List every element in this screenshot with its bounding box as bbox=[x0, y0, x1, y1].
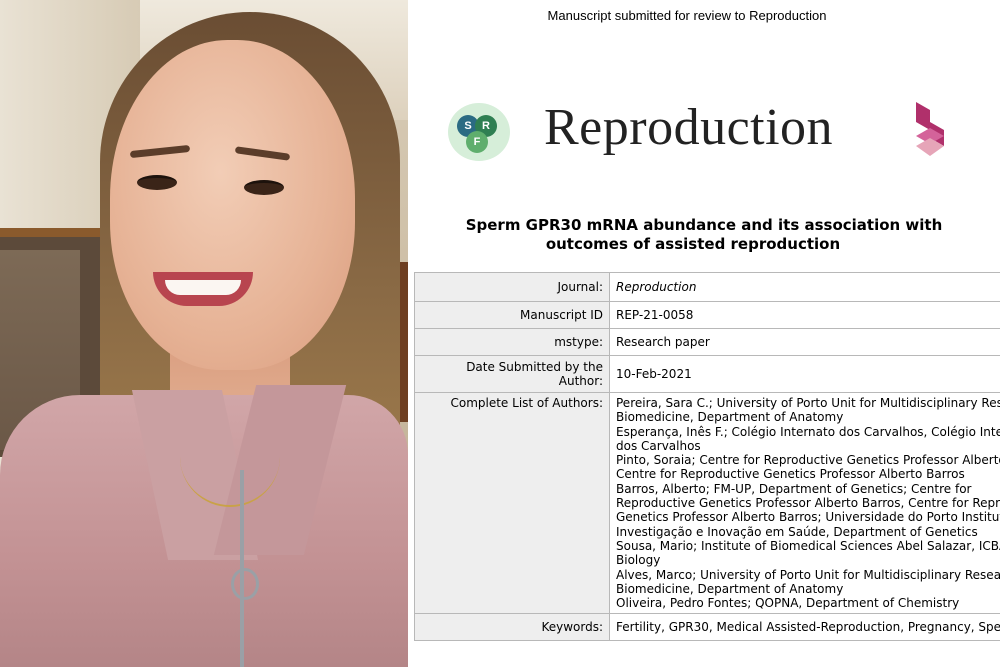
author-line: Genetics Professor Alberto Barros; Unive… bbox=[616, 510, 1000, 525]
date-submitted-label: Date Submitted by the Author: bbox=[414, 355, 610, 393]
portrait-photo bbox=[0, 0, 408, 667]
journal-wordmark: Reproduction bbox=[544, 99, 834, 156]
author-line: Barros, Alberto; FM-UP, Department of Ge… bbox=[616, 481, 972, 496]
keywords-label: Keywords: bbox=[414, 613, 610, 642]
author-line: Centre for Reproductive Genetics Profess… bbox=[616, 467, 965, 482]
paper-title-line-2: outcomes of assisted reproduction bbox=[545, 235, 841, 253]
photo-zipper-ring bbox=[231, 568, 259, 600]
manuscript-metadata-table: Journal: Reproduction Manuscript ID REP-… bbox=[414, 272, 1000, 642]
date-submitted-row: Date Submitted by the Author: 10-Feb-202… bbox=[414, 355, 1000, 393]
mstype-label: mstype: bbox=[414, 328, 610, 356]
author-line: Biology bbox=[616, 553, 661, 568]
manuscript-id-label: Manuscript ID bbox=[414, 301, 610, 329]
photo-face bbox=[110, 40, 355, 370]
keywords-value: Fertility, GPR30, Medical Assisted-Repro… bbox=[609, 613, 1000, 642]
author-line: dos Carvalhos bbox=[616, 438, 701, 453]
manuscript-id-value: REP-21-0058 bbox=[609, 301, 1000, 329]
journal-label: Journal: bbox=[414, 272, 610, 302]
photo-left-eye bbox=[137, 175, 177, 190]
mstype-value: Research paper bbox=[609, 328, 1000, 356]
author-line: Biomedicine, Department of Anatomy bbox=[616, 581, 844, 596]
authors-label: Complete List of Authors: bbox=[414, 391, 610, 615]
author-line: Oliveira, Pedro Fontes; QOPNA, Departmen… bbox=[616, 596, 960, 611]
author-line: Pinto, Soraia; Centre for Reproductive G… bbox=[616, 453, 1000, 468]
photo-teeth bbox=[165, 280, 241, 295]
submission-note: Manuscript submitted for review to Repro… bbox=[547, 8, 827, 23]
publisher-logo-icon bbox=[916, 102, 944, 156]
authors-row: Complete List of Authors: Pereira, Sara … bbox=[414, 391, 1000, 615]
author-line: Reproductive Genetics Professor Alberto … bbox=[616, 496, 1000, 511]
journal-value: Reproduction bbox=[609, 272, 1000, 302]
author-line: Biomedicine, Department of Anatomy bbox=[616, 410, 844, 425]
mstype-row: mstype: Research paper bbox=[414, 328, 1000, 356]
paper-title-line-1: Sperm GPR30 mRNA abundance and its assoc… bbox=[465, 216, 943, 234]
manuscript-id-row: Manuscript ID REP-21-0058 bbox=[414, 301, 1000, 329]
author-line: Investigação e Inovação em Saúde, Depart… bbox=[616, 524, 978, 539]
srf-logo-f: F bbox=[466, 131, 488, 153]
photo-right-eye bbox=[244, 180, 284, 195]
date-submitted-value: 10-Feb-2021 bbox=[609, 355, 1000, 393]
author-line: Sousa, Mario; Institute of Biomedical Sc… bbox=[616, 538, 1000, 553]
manuscript-page: Manuscript submitted for review to Repro… bbox=[408, 0, 1000, 667]
journal-row: Journal: Reproduction bbox=[414, 272, 1000, 302]
author-line: Pereira, Sara C.; University of Porto Un… bbox=[616, 396, 1000, 410]
authors-value: Pereira, Sara C.; University of Porto Un… bbox=[609, 391, 1000, 615]
author-line: Esperança, Inês F.; Colégio Internato do… bbox=[616, 424, 1000, 439]
author-line: Alves, Marco; University of Porto Unit f… bbox=[616, 567, 1000, 582]
paper-title: Sperm GPR30 mRNA abundance and its assoc… bbox=[408, 216, 1000, 254]
srf-logo: S R F bbox=[448, 103, 510, 161]
keywords-row: Keywords: Fertility, GPR30, Medical Assi… bbox=[414, 613, 1000, 642]
